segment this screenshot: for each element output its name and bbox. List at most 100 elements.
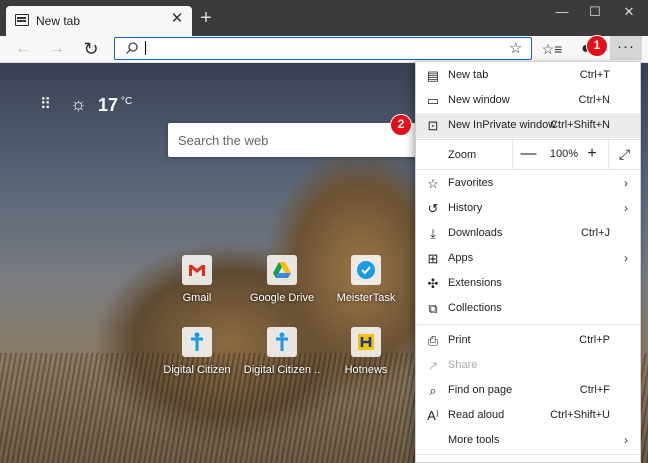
- read-aloud-icon: A⁾: [427, 408, 439, 423]
- step-badge-1: 1: [586, 35, 608, 57]
- forward-button[interactable]: →: [44, 37, 70, 61]
- search-icon: [126, 42, 138, 54]
- new-tab-button[interactable]: +: [196, 8, 216, 28]
- favorites-icon: ☆: [427, 176, 439, 191]
- digital-citizen-icon: [267, 327, 297, 357]
- tab-new-tab[interactable]: New tab ✕: [6, 6, 192, 36]
- quick-link-digital-citizen-2[interactable]: Digital Citizen ..: [242, 327, 322, 376]
- close-tab-icon[interactable]: ✕: [169, 11, 185, 27]
- new-window-icon: ▭: [426, 93, 440, 108]
- settings-and-more-button[interactable]: ···: [610, 36, 642, 60]
- address-input[interactable]: [147, 40, 487, 56]
- digital-citizen-icon: [182, 327, 212, 357]
- menu-item-label: Favorites: [448, 177, 494, 189]
- menu-item-downloads[interactable]: ⤓ Downloads Ctrl+J: [416, 221, 640, 246]
- menu-item-extensions[interactable]: ✣ Extensions: [416, 271, 640, 296]
- new-tab-icon: ▤: [426, 68, 440, 83]
- chevron-right-icon: ›: [624, 201, 628, 215]
- menu-item-label: Apps: [448, 252, 474, 264]
- history-icon: ↺: [427, 201, 439, 216]
- puzzle-icon: ✣: [427, 276, 439, 291]
- menu-item-collections[interactable]: ⧉ Collections: [416, 296, 640, 321]
- close-window-button[interactable]: ✕: [612, 0, 646, 24]
- menu-item-more-tools[interactable]: More tools ›: [416, 428, 640, 453]
- temperature-unit: °C: [121, 96, 133, 107]
- chevron-right-icon: ›: [624, 176, 628, 190]
- minimize-button[interactable]: —: [545, 0, 579, 24]
- menu-item-shortcut: Ctrl+Shift+U: [550, 409, 610, 421]
- menu-item-label: Zoom: [448, 149, 477, 161]
- hotnews-icon: [351, 327, 381, 357]
- menu-separator: [416, 324, 640, 325]
- menu-item-label: Find on page: [448, 384, 513, 396]
- menu-item-new-inprivate-window[interactable]: ⊡ New InPrivate window Ctrl+Shift+N: [416, 113, 640, 138]
- menu-item-label: Read aloud: [448, 409, 505, 421]
- quick-link-meistertask[interactable]: MeisterTask: [326, 255, 406, 304]
- maximize-button[interactable]: ☐: [578, 0, 612, 24]
- download-icon: ⤓: [430, 226, 436, 241]
- quick-link-gmail[interactable]: Gmail: [157, 255, 237, 304]
- menu-item-apps[interactable]: ⊞ Apps ›: [416, 246, 640, 271]
- menu-item-new-tab[interactable]: ▤ New tab Ctrl+T: [416, 63, 640, 88]
- menu-item-print[interactable]: ⎙ Print Ctrl+P: [416, 328, 640, 353]
- favorite-star-icon[interactable]: ☆: [509, 39, 522, 57]
- menu-item-shortcut: Ctrl+P: [579, 334, 610, 346]
- refresh-button[interactable]: ↻: [78, 37, 104, 61]
- menu-item-label: New window: [448, 94, 510, 106]
- quick-link-label: MeisterTask: [336, 292, 396, 304]
- quick-link-label: Google Drive: [249, 292, 315, 304]
- menu-item-shortcut: Ctrl+N: [578, 94, 610, 106]
- menu-item-label: Print: [448, 334, 471, 346]
- web-search-box[interactable]: [168, 123, 428, 157]
- menu-separator: [416, 169, 640, 170]
- zoom-in-button[interactable]: +: [576, 140, 608, 169]
- menu-item-favorites[interactable]: ☆ Favorites ›: [416, 171, 640, 196]
- meistertask-icon: [351, 255, 381, 285]
- quick-link-hotnews[interactable]: Hotnews: [326, 327, 406, 376]
- sun-icon: ☼: [70, 94, 87, 114]
- menu-item-label: Downloads: [448, 227, 503, 239]
- menu-item-history[interactable]: ↺ History ›: [416, 196, 640, 221]
- menu-item-label: Extensions: [448, 277, 502, 289]
- temperature: 17: [98, 95, 119, 115]
- chevron-right-icon: ›: [624, 433, 628, 447]
- menu-item-label: New InPrivate window: [448, 119, 557, 131]
- google-drive-icon: [267, 255, 297, 285]
- menu-item-read-aloud[interactable]: A⁾ Read aloud Ctrl+Shift+U: [416, 403, 640, 428]
- menu-item-find-on-page[interactable]: ⌕ Find on page Ctrl+F: [416, 378, 640, 403]
- quick-link-google-drive[interactable]: Google Drive: [242, 255, 322, 304]
- text-caret: [145, 41, 146, 55]
- app-launcher-icon[interactable]: ⠿: [40, 97, 56, 113]
- zoom-out-button[interactable]: —: [512, 140, 544, 169]
- menu-item-zoom: Zoom — 100% + ⤢: [416, 140, 640, 169]
- gmail-icon: [182, 255, 212, 285]
- menu-item-label: History: [448, 202, 483, 214]
- menu-item-new-window[interactable]: ▭ New window Ctrl+N: [416, 88, 640, 113]
- find-icon: ⌕: [429, 383, 437, 398]
- menu-item-label: More tools: [448, 434, 500, 446]
- favorites-icon[interactable]: ☆≡: [540, 37, 564, 61]
- search-input[interactable]: [178, 132, 408, 148]
- menu-item-shortcut: Ctrl+Shift+N: [550, 119, 610, 131]
- apps-icon: ⊞: [427, 251, 439, 266]
- menu-item-label: New tab: [448, 69, 489, 81]
- quick-link-digital-citizen[interactable]: Digital Citizen: [157, 327, 237, 376]
- quick-link-label: Digital Citizen: [163, 364, 231, 376]
- new-tab-icon: [15, 14, 29, 26]
- back-button[interactable]: ←: [10, 37, 36, 61]
- menu-item-label: Share: [448, 359, 478, 371]
- fullscreen-icon[interactable]: ⤢: [608, 140, 640, 169]
- quick-link-label: Digital Citizen ..: [243, 364, 321, 376]
- quick-link-label: Gmail: [182, 292, 212, 304]
- inprivate-icon: ⊡: [427, 118, 439, 133]
- navigation-toolbar: ← → ↻ ☆ ☆≡ ●: [0, 36, 648, 63]
- share-icon: ↗: [427, 358, 439, 373]
- menu-item-share: ↗ Share: [416, 353, 640, 378]
- step-badge-2: 2: [390, 114, 412, 136]
- menu-item-shortcut: Ctrl+F: [579, 384, 610, 396]
- tab-title: New tab: [36, 14, 81, 28]
- chevron-right-icon: ›: [624, 251, 628, 265]
- menu-item-shortcut: Ctrl+J: [580, 227, 610, 239]
- address-bar[interactable]: ☆: [114, 37, 532, 60]
- printer-icon: ⎙: [427, 333, 439, 348]
